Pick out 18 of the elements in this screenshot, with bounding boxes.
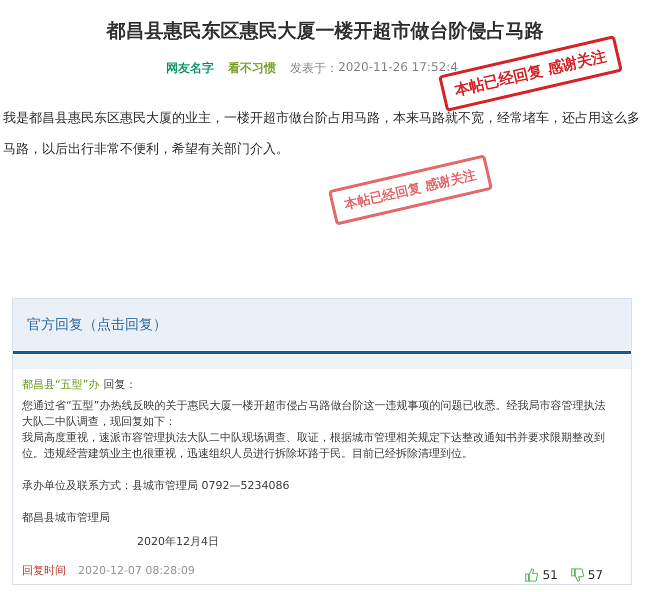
thumbs-up-icon[interactable] — [524, 568, 538, 582]
dislike-count: 57 — [588, 568, 603, 582]
thumbs-down-icon[interactable] — [570, 568, 584, 582]
like-count: 51 — [542, 568, 558, 582]
reply-paragraph: 我局高度重视，速派市容管理执法大队二中队现场调查、取证，根据城市管理相关规定下达整改通知书并要求限期整改到位。违规经营建筑业主也很重视，迅速组织人员进行拆除坏路于民。目前已经拆除清理到位。 — [22, 430, 606, 462]
category-link[interactable]: 看不习惯 — [228, 60, 276, 77]
contact-info: 承办单位及联系方式：县城市管理局 0792—5234086 — [22, 478, 290, 494]
reply-stamp: 本帖已经回复 感谢关注 — [328, 154, 493, 226]
reply-paragraph: 您通过省“五型”办热线反映的关于惠民大厦一楼开超市侵占马路做台阶这一违规事项的问题已收悉。经我局市容管理执法大队二中队调查，现回复如下： — [22, 398, 606, 430]
signature: 都昌县城市管理局 — [22, 510, 111, 526]
posted-label: 发表于： — [290, 60, 338, 77]
author-link[interactable]: 网友名字 — [166, 60, 214, 77]
office-name: 都昌县“五型”办 — [22, 378, 100, 391]
reply-time: 2020-12-07 08:28:09 — [78, 564, 195, 576]
reply-date: 2020年12月4日 — [136, 534, 220, 550]
reply-time-label: 回复时间 — [22, 562, 66, 578]
reply-label: 回复： — [103, 378, 136, 391]
reply-header-link[interactable]: 官方回复（点击回复） — [27, 316, 167, 334]
